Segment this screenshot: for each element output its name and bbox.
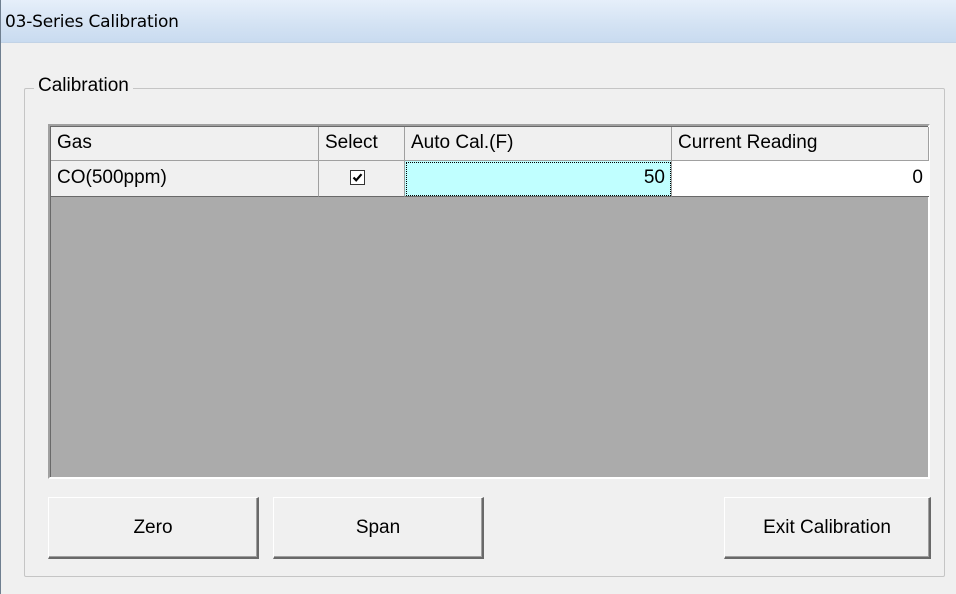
title-bar[interactable]: 03-Series Calibration: [1, 0, 956, 43]
column-header-current-reading[interactable]: Current Reading: [672, 127, 929, 161]
column-header-auto-cal[interactable]: Auto Cal.(F): [405, 127, 672, 161]
cell-current-reading[interactable]: 0: [672, 161, 929, 197]
calibration-window: 03-Series Calibration Calibration Gas Se…: [0, 0, 956, 594]
calibration-grid[interactable]: Gas Select Auto Cal.(F) Current Reading …: [48, 124, 930, 479]
exit-calibration-button[interactable]: Exit Calibration: [724, 497, 931, 559]
groupbox-label: Calibration: [34, 75, 133, 97]
cell-auto-cal[interactable]: 50: [405, 161, 672, 197]
cell-gas[interactable]: CO(500ppm): [51, 161, 319, 197]
column-header-gas[interactable]: Gas: [51, 127, 319, 161]
checkmark-icon: [352, 173, 363, 182]
zero-button[interactable]: Zero: [48, 497, 259, 559]
cell-select[interactable]: [319, 161, 405, 197]
window-title: 03-Series Calibration: [5, 12, 179, 32]
span-button[interactable]: Span: [273, 497, 484, 559]
select-checkbox[interactable]: [350, 170, 365, 185]
column-header-select[interactable]: Select: [319, 127, 405, 161]
